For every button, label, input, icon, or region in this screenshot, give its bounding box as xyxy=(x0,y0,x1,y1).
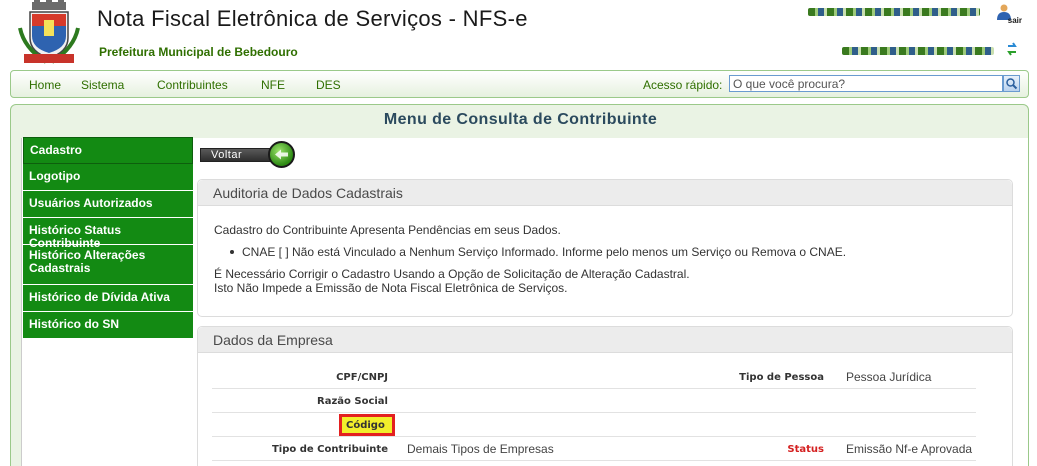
municipal-crest-icon xyxy=(18,0,80,64)
nav-contribuintes[interactable]: Contribuintes xyxy=(157,78,228,92)
main-navbar: Home Sistema Contribuintes NFE DES Acess… xyxy=(10,70,1029,98)
tipo-contribuinte-label: Tipo de Contribuinte xyxy=(271,444,388,455)
voltar-button[interactable]: Voltar xyxy=(200,141,296,168)
auditoria-line2: Isto Não Impede a Emissão de Nota Fiscal… xyxy=(214,281,568,295)
auditoria-cnae-issue: CNAE [ ] Não está Vinculado a Nenhum Ser… xyxy=(230,245,996,259)
sidebar-item-logotipo[interactable]: Logotipo xyxy=(23,164,193,191)
empresa-panel: Dados da Empresa CPF/CNPJ Tipo de Pessoa… xyxy=(197,326,1013,466)
row-tipo-contrib-status: Tipo de Contribuinte Demais Tipos de Emp… xyxy=(212,437,976,461)
sidebar-item-historico-alteracoes[interactable]: Histórico Alterações Cadastrais xyxy=(23,245,193,285)
user-info-redacted xyxy=(808,8,980,16)
cpf-label: CPF/CNPJ xyxy=(336,372,388,383)
quick-access-label: Acesso rápido: xyxy=(643,78,723,92)
app-title: Nota Fiscal Eletrônica de Serviços - NFS… xyxy=(97,6,528,31)
quick-search-input[interactable] xyxy=(729,75,1003,92)
refresh-icon[interactable] xyxy=(1005,42,1019,56)
row-razao: Razão Social xyxy=(212,389,976,413)
nav-sistema[interactable]: Sistema xyxy=(81,78,124,92)
sidebar-item-historico-sn[interactable]: Histórico do SN xyxy=(23,312,193,339)
sidebar-item-cadastro[interactable]: Cadastro xyxy=(23,137,193,164)
codigo-label: Código xyxy=(346,420,385,431)
page-title: Menu de Consulta de Contribuinte xyxy=(383,111,658,128)
voltar-bar: Voltar xyxy=(200,148,276,162)
tipo-contribuinte-value: Demais Tipos de Empresas xyxy=(407,442,554,456)
sidebar-menu: Cadastro Logotipo Usuários Autorizados H… xyxy=(23,137,193,339)
voltar-label: Voltar xyxy=(211,149,243,161)
razao-social-label: Razão Social xyxy=(317,396,388,407)
auditoria-line1: É Necessário Corrigir o Cadastro Usando … xyxy=(214,267,690,281)
back-arrow-icon xyxy=(268,141,295,168)
row-cpf-tipo: CPF/CNPJ Tipo de Pessoa Pessoa Jurídica xyxy=(212,365,976,389)
tipo-pessoa-label: Tipo de Pessoa xyxy=(739,372,824,383)
status-label: Status xyxy=(787,444,824,455)
company-info-redacted xyxy=(842,47,994,55)
empresa-title: Dados da Empresa xyxy=(198,327,1012,353)
nav-home[interactable]: Home xyxy=(29,78,61,92)
tipo-pessoa-value: Pessoa Jurídica xyxy=(846,370,932,384)
search-button[interactable] xyxy=(1003,75,1020,92)
auditoria-title: Auditoria de Dados Cadastrais xyxy=(198,180,1012,206)
sidebar-item-historico-divida[interactable]: Histórico de Dívida Ativa xyxy=(23,285,193,312)
codigo-highlight: Código xyxy=(339,414,395,436)
nav-des[interactable]: DES xyxy=(316,78,341,92)
status-value: Emissão Nf-e Aprovada xyxy=(846,442,973,456)
logout-link[interactable]: sair xyxy=(1008,16,1022,25)
auditoria-intro: Cadastro do Contribuinte Apresenta Pendê… xyxy=(214,223,561,237)
auditoria-panel: Auditoria de Dados Cadastrais Cadastro d… xyxy=(197,179,1013,317)
sidebar-item-usuarios-autorizados[interactable]: Usuários Autorizados xyxy=(23,191,193,218)
search-icon xyxy=(1006,78,1018,90)
sidebar-item-historico-status[interactable]: Histórico Status Contribuinte xyxy=(23,218,193,250)
header: Nota Fiscal Eletrônica de Serviços - NFS… xyxy=(10,0,1029,68)
nav-nfe[interactable]: NFE xyxy=(261,78,285,92)
row-codigo: Código xyxy=(212,413,976,437)
prefeitura-name: Prefeitura Municipal de Bebedouro xyxy=(99,45,298,59)
